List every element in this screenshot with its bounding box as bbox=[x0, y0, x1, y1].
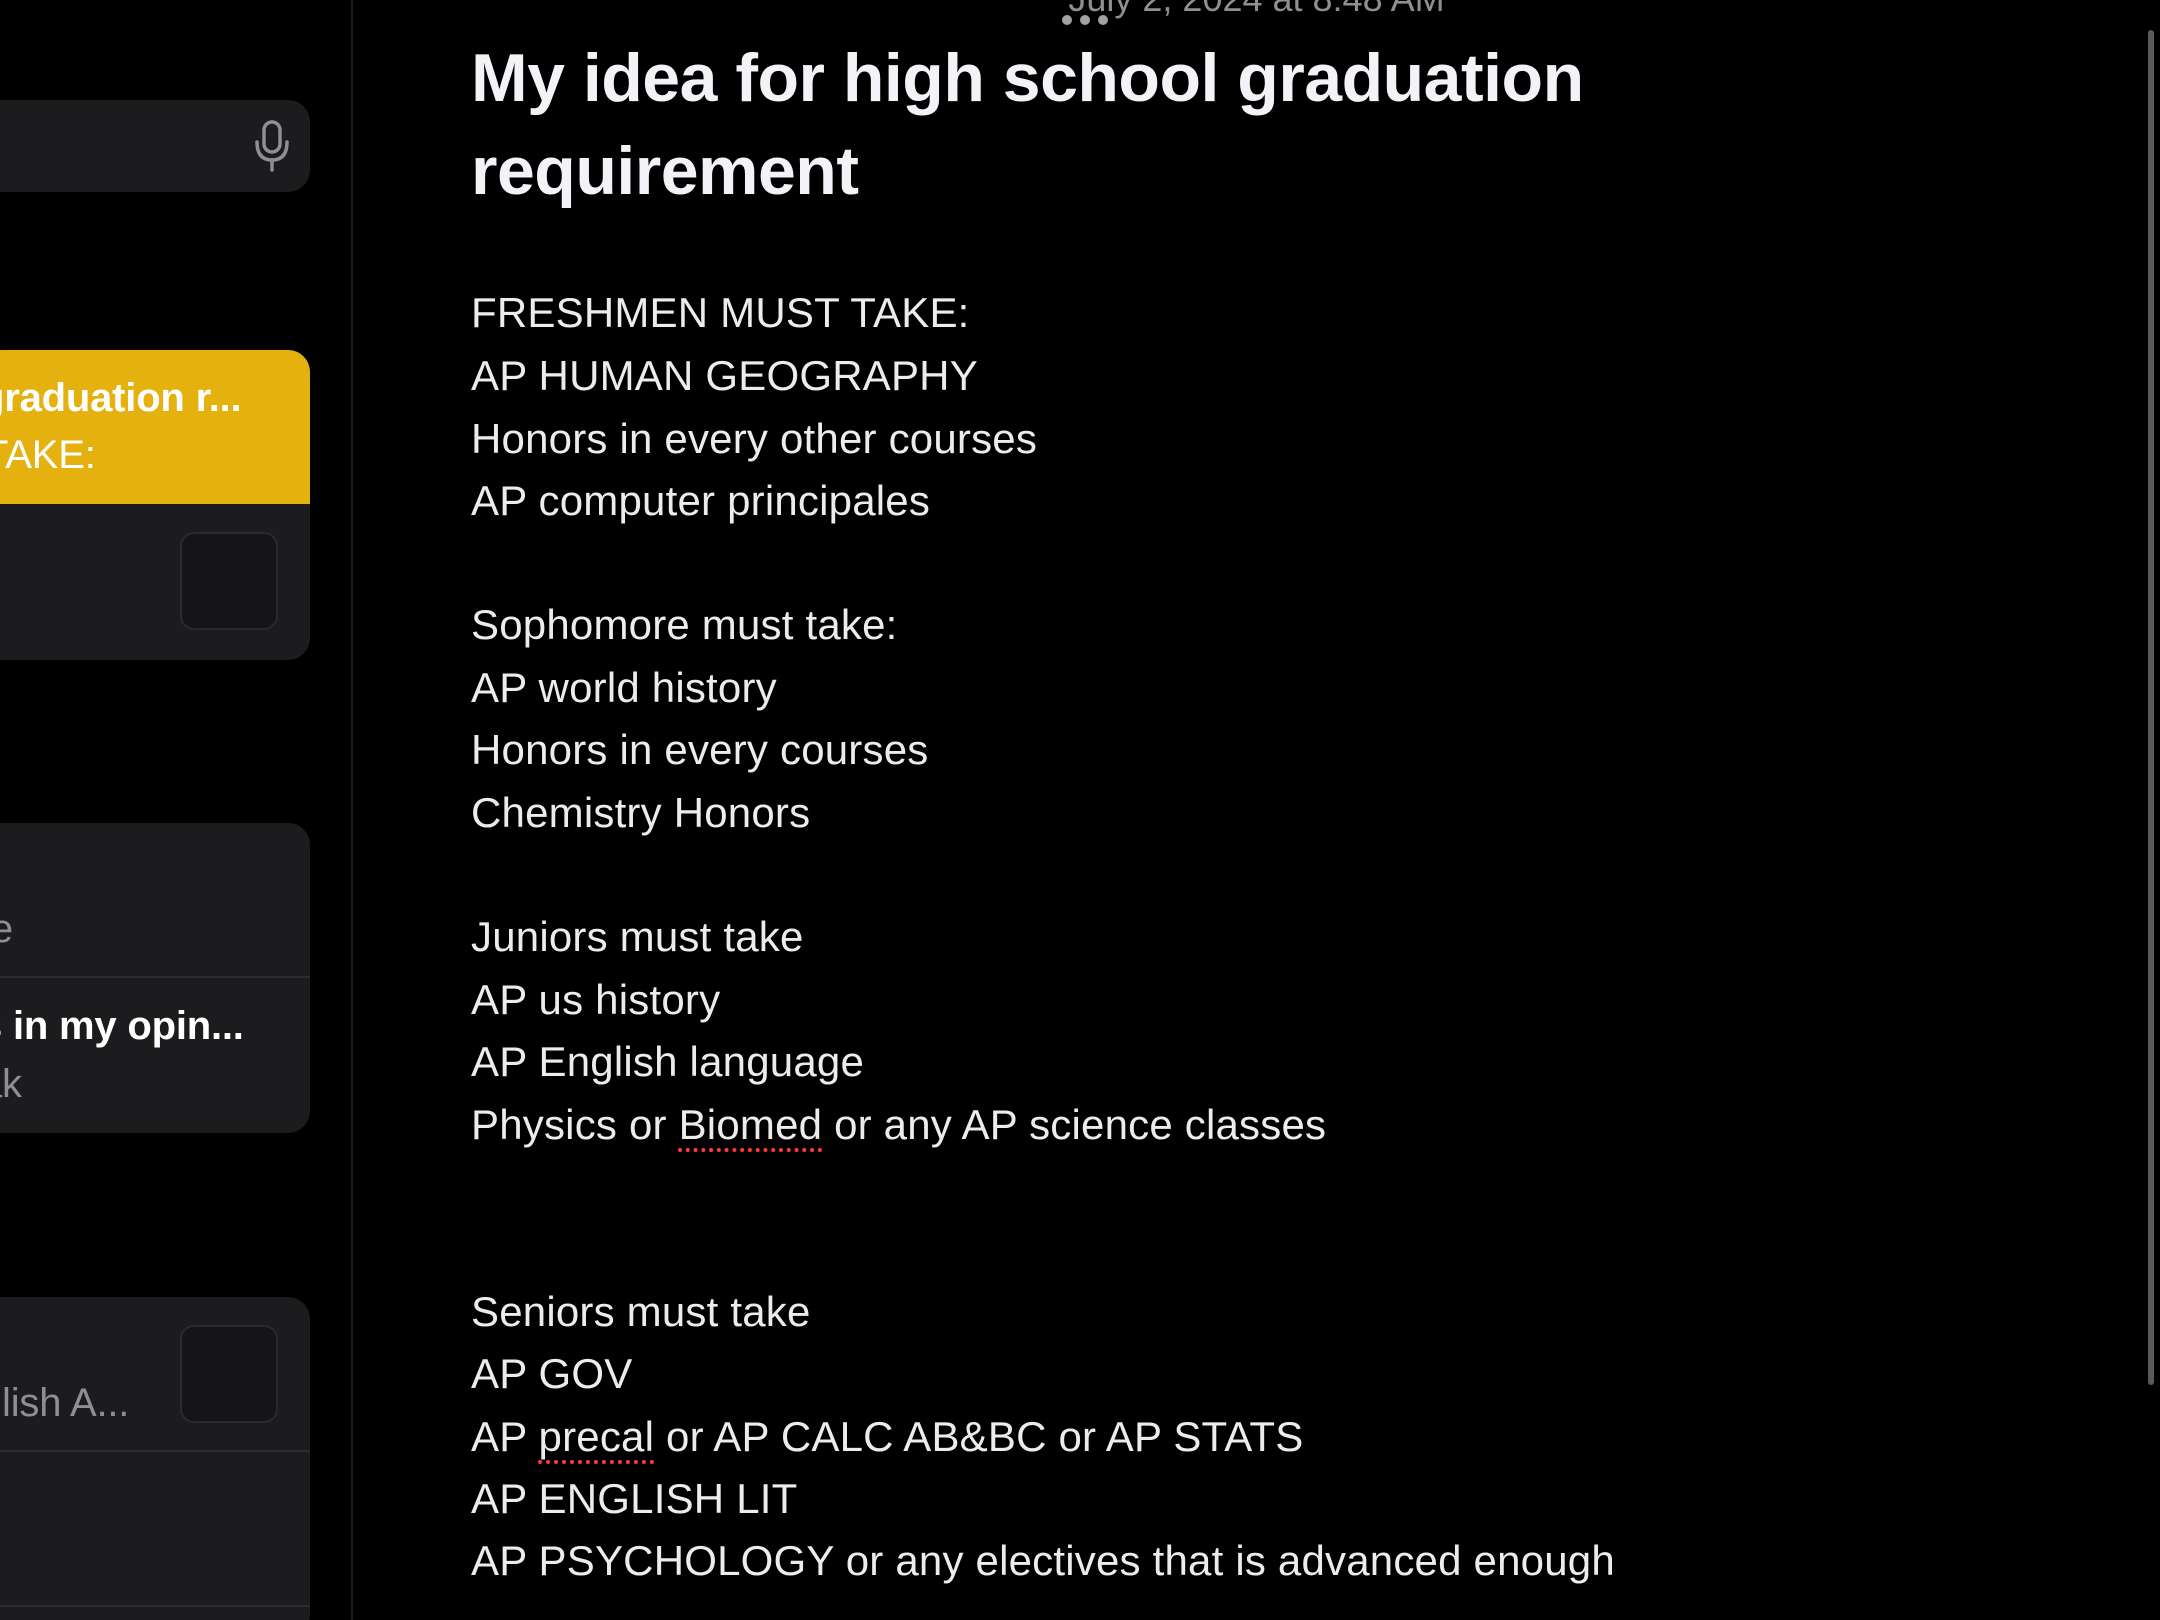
note-line: AP ENGLISH LIT bbox=[471, 1475, 798, 1522]
text-segment: Physics or bbox=[471, 1101, 679, 1148]
note-row-preview: ak bbox=[0, 1062, 22, 1106]
note-line: AP HUMAN GEOGRAPHY bbox=[471, 352, 978, 399]
scroll-indicator[interactable] bbox=[2148, 30, 2154, 1385]
note-row-preview: te bbox=[0, 907, 13, 951]
note-row[interactable] bbox=[0, 504, 310, 660]
notes-list-section-2: te s in my opin... ak bbox=[0, 823, 310, 1133]
note-title[interactable]: My idea for high school graduation requi… bbox=[471, 32, 1771, 218]
note-date: July 2, 2024 at 8:48 AM bbox=[353, 0, 2160, 20]
note-row[interactable]: glish A... bbox=[0, 1297, 310, 1451]
note-row-preview: TAKE: bbox=[0, 433, 96, 477]
note-line: Juniors must take bbox=[471, 913, 804, 960]
note-row-title: graduation r... bbox=[0, 376, 242, 420]
note-line: AP precal or AP CALC AB&BC or AP STATS bbox=[471, 1406, 1303, 1468]
note-title-line-2: requirement bbox=[471, 133, 859, 209]
note-line: AP us history bbox=[471, 976, 721, 1023]
note-line: FRESHMEN MUST TAKE: bbox=[471, 289, 970, 336]
note-line: Chemistry Honors bbox=[471, 789, 811, 836]
note-row-selected[interactable]: graduation r... TAKE: bbox=[0, 350, 310, 504]
search-field[interactable] bbox=[0, 100, 310, 192]
misspelled-word[interactable]: Biomed bbox=[679, 1101, 823, 1148]
note-title-line-1: My idea for high school graduation bbox=[471, 40, 1584, 116]
text-segment: or AP CALC AB&BC or AP STATS bbox=[654, 1413, 1304, 1460]
notes-sidebar: graduation r... TAKE: te s in my opin...… bbox=[0, 0, 352, 1620]
note-line: AP English language bbox=[471, 1038, 864, 1085]
notes-list-section-3: glish A... bbox=[0, 1297, 310, 1620]
text-segment: or any AP science classes bbox=[822, 1101, 1327, 1148]
note-row-title: s in my opin... bbox=[0, 1004, 244, 1048]
note-line: Sophomore must take: bbox=[471, 601, 898, 648]
note-line: AP PSYCHOLOGY or any electives that is a… bbox=[471, 1537, 1615, 1584]
note-line: Honors in every courses bbox=[471, 726, 929, 773]
note-line: Seniors must take bbox=[471, 1288, 811, 1335]
note-row[interactable]: te bbox=[0, 823, 310, 977]
note-line: Honors in every other courses bbox=[471, 415, 1038, 462]
note-row[interactable]: s in my opin... ak bbox=[0, 978, 310, 1133]
note-line: AP world history bbox=[471, 664, 777, 711]
note-line: AP GOV bbox=[471, 1350, 633, 1397]
note-thumbnail bbox=[180, 532, 278, 630]
note-line: Physics or Biomed or any AP science clas… bbox=[471, 1094, 1326, 1156]
notes-list-section-1: graduation r... TAKE: bbox=[0, 350, 310, 660]
note-editor[interactable]: July 2, 2024 at 8:48 AM My idea for high… bbox=[353, 0, 2160, 1620]
notes-app-screen: graduation r... TAKE: te s in my opin...… bbox=[0, 0, 2160, 1620]
note-row[interactable] bbox=[0, 1452, 310, 1606]
note-row-preview: glish A... bbox=[0, 1381, 130, 1425]
misspelled-word[interactable]: precal bbox=[539, 1413, 655, 1460]
row-divider bbox=[0, 1605, 310, 1607]
mic-icon[interactable] bbox=[252, 120, 292, 172]
note-line: AP computer principales bbox=[471, 477, 931, 524]
more-options-icon[interactable] bbox=[1059, 12, 1111, 28]
text-segment: AP bbox=[471, 1413, 539, 1460]
note-thumbnail bbox=[180, 1325, 278, 1423]
